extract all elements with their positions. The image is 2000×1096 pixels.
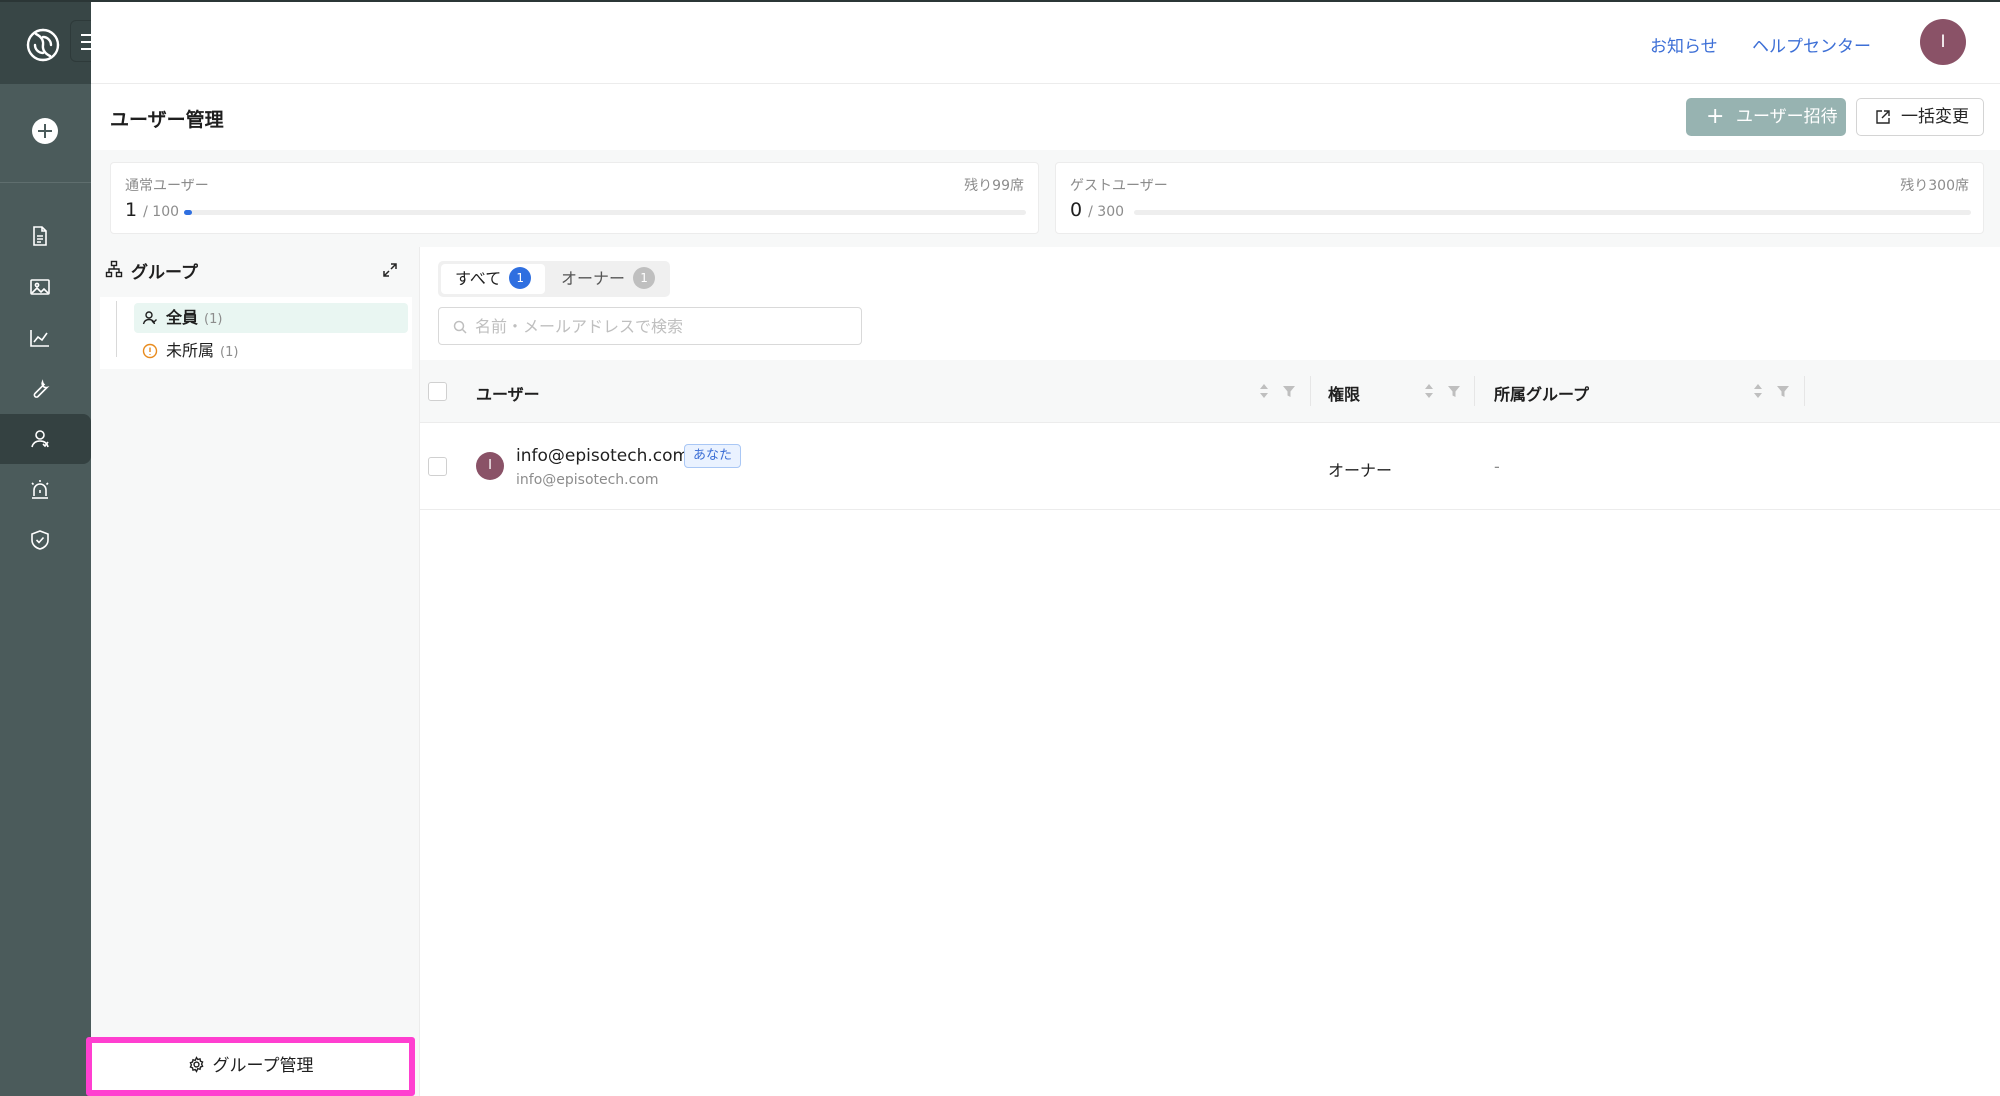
invite-user-button[interactable]: + ユーザー招待 xyxy=(1686,98,1846,136)
guest-user-count: 0 / 300 xyxy=(1070,199,1125,221)
expand-icon[interactable] xyxy=(382,262,398,278)
tab-all-count: 1 xyxy=(509,267,532,289)
tree-connector xyxy=(116,301,126,357)
group-item-unassigned[interactable]: 未所属 (1) xyxy=(134,336,408,366)
org-chart-icon xyxy=(105,260,123,278)
page-title: ユーザー管理 xyxy=(110,109,224,131)
nav-tools[interactable] xyxy=(0,364,91,414)
chart-line-icon xyxy=(30,330,49,347)
regular-user-label: 通常ユーザー xyxy=(125,178,209,194)
guest-user-label: ゲストユーザー xyxy=(1070,178,1168,194)
users-icon xyxy=(142,311,157,325)
sort-icon[interactable] xyxy=(1423,382,1435,400)
tab-owner-count: 1 xyxy=(633,267,656,289)
user-email: info@episotech.com xyxy=(516,472,659,488)
sidebar xyxy=(0,0,110,1096)
gear-icon xyxy=(189,1056,203,1073)
plus-icon: + xyxy=(1706,104,1725,129)
table-row[interactable]: I info@episotech.com あなた info@episotech.… xyxy=(420,424,2000,510)
column-user: ユーザー xyxy=(476,385,540,404)
nav-images[interactable] xyxy=(0,262,91,312)
regular-user-count: 1 / 100 xyxy=(125,199,180,221)
alarm-icon xyxy=(31,480,49,499)
tab-all[interactable]: すべて 1 xyxy=(441,264,545,294)
regular-user-remaining: 残り99席 xyxy=(964,178,1024,194)
wrench-icon xyxy=(33,379,50,398)
guest-user-quota-card: ゲストユーザー 残り300席 0 / 300 xyxy=(1055,162,1984,234)
guest-user-remaining: 残り300席 xyxy=(1900,178,1969,194)
search-icon xyxy=(453,320,467,334)
help-center-link[interactable]: ヘルプセンター xyxy=(1752,32,1871,57)
warning-circle-icon xyxy=(142,343,158,359)
guest-user-progress xyxy=(1134,210,1971,215)
notifications-link[interactable]: お知らせ xyxy=(1650,32,1718,57)
group-panel-header: グループ xyxy=(105,258,198,283)
logo-icon[interactable] xyxy=(22,24,64,66)
bulk-change-button[interactable]: 一括変更 xyxy=(1856,98,1984,136)
table-header: ユーザー 権限 所属グループ xyxy=(420,360,2000,423)
group-item-all[interactable]: 全員 (1) xyxy=(134,303,408,333)
bulk-change-label: 一括変更 xyxy=(1901,107,1969,127)
column-role: 権限 xyxy=(1328,385,1361,404)
group-manage-label: グループ管理 xyxy=(212,1056,314,1076)
filter-icon[interactable] xyxy=(1447,384,1461,398)
column-group: 所属グループ xyxy=(1494,385,1590,404)
document-icon xyxy=(33,226,47,246)
regular-user-quota-card: 通常ユーザー 残り99席 1 / 100 xyxy=(110,162,1039,234)
group-panel-title: グループ xyxy=(131,263,198,283)
users-icon xyxy=(31,430,49,448)
filter-icon[interactable] xyxy=(1776,384,1790,398)
select-all-checkbox[interactable] xyxy=(428,382,447,401)
row-checkbox[interactable] xyxy=(428,457,447,476)
group-tree: 全員 (1) 未所属 (1) xyxy=(100,297,412,369)
add-button[interactable] xyxy=(32,118,58,144)
filter-icon[interactable] xyxy=(1282,384,1296,398)
group-panel xyxy=(91,247,420,1096)
invite-user-label: ユーザー招待 xyxy=(1736,107,1838,127)
sort-icon[interactable] xyxy=(1752,382,1764,400)
sort-icon[interactable] xyxy=(1258,382,1270,400)
user-avatar[interactable]: I xyxy=(1920,19,1966,65)
group-manage-button[interactable]: グループ管理 xyxy=(86,1037,415,1096)
nav-analytics[interactable] xyxy=(0,313,91,363)
nav-documents[interactable] xyxy=(0,211,91,261)
user-group: - xyxy=(1494,457,1500,476)
regular-user-progress xyxy=(184,210,1026,215)
edit-external-icon xyxy=(1876,110,1890,124)
image-icon xyxy=(30,279,50,295)
you-badge: あなた xyxy=(684,444,742,468)
sidebar-divider xyxy=(0,182,91,183)
regular-user-progress-fill xyxy=(184,210,193,215)
nav-users[interactable] xyxy=(0,414,91,464)
shield-check-icon xyxy=(31,530,49,550)
row-avatar: I xyxy=(476,452,504,480)
user-name: info@episotech.com xyxy=(516,446,690,466)
nav-security[interactable] xyxy=(0,515,91,565)
user-role: オーナー xyxy=(1328,461,1393,480)
nav-alerts[interactable] xyxy=(0,465,91,515)
search-box xyxy=(438,307,862,345)
tab-owner[interactable]: オーナー 1 xyxy=(547,264,667,294)
role-tabs: すべて 1 オーナー 1 xyxy=(438,261,670,297)
search-input[interactable] xyxy=(473,308,853,344)
